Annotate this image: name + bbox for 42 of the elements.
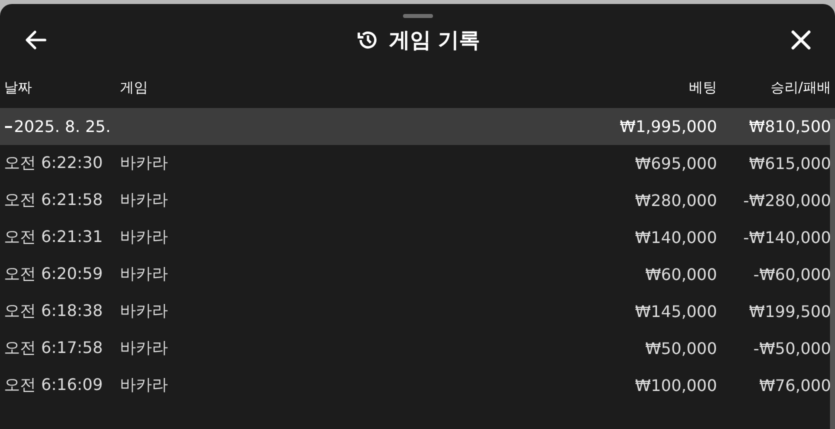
column-header: 승리/패배 — [769, 79, 831, 97]
bet-cell-text: ₩100,000 — [634, 376, 717, 395]
result-cell-text: ₩615,000 — [748, 154, 831, 173]
close-icon — [791, 30, 811, 50]
game-cell-text: 바카라 — [120, 153, 169, 174]
total-result: ₩810,500 — [748, 117, 831, 136]
history-icon — [356, 29, 379, 51]
bet-cell-text: ₩140,000 — [634, 228, 717, 247]
result-cell-text: -₩280,000 — [742, 191, 831, 210]
bet-cell-text: ₩280,000 — [634, 191, 717, 210]
result-cell-text: -₩140,000 — [742, 228, 831, 247]
bet-cell-text: ₩50,000 — [644, 339, 717, 358]
time-cell-text: 오전 6:22:30 — [4, 153, 104, 174]
drag-handle[interactable] — [402, 14, 432, 18]
bet-cell-text: ₩60,000 — [644, 265, 717, 284]
game-cell-text: 바카라 — [120, 227, 169, 248]
time-cell-text: 오전 6:21:31 — [4, 227, 104, 248]
group-date: 2025. 8. 25. — [14, 117, 111, 136]
time-cell-text: 오전 6:20:59 — [4, 264, 104, 285]
total-bet: ₩1,995,000 — [618, 117, 717, 136]
game-cell-text: 바카라 — [120, 375, 169, 396]
time-cell-text: 오전 6:16:09 — [4, 375, 104, 396]
date-group-row[interactable]: 2025. 8. 25. ₩1,995,000 ₩810,500 — [0, 108, 835, 145]
window-title: 게임 기록 — [388, 27, 480, 54]
back-arrow-icon — [25, 30, 47, 50]
result-cell-text: -₩60,000 — [752, 265, 831, 284]
bet-cell-text: ₩145,000 — [634, 302, 717, 321]
column-header: 베팅 — [688, 79, 717, 97]
scrollbar[interactable] — [830, 119, 835, 429]
time-cell-text: 오전 6:18:38 — [4, 301, 104, 322]
column-header: 날짜 — [4, 79, 33, 97]
result-cell-text: ₩199,500 — [748, 302, 831, 321]
result-cell-text: -₩50,000 — [752, 339, 831, 358]
game-cell-text: 바카라 — [120, 264, 169, 285]
column-header: 게임 — [120, 79, 149, 97]
game-cell-text: 바카라 — [120, 301, 169, 322]
bet-cell-text: ₩695,000 — [634, 154, 717, 173]
result-cell-text: ₩76,000 — [758, 376, 831, 395]
game-cell-text: 바카라 — [120, 338, 169, 359]
time-cell-text: 오전 6:17:58 — [4, 338, 104, 359]
game-cell-text: 바카라 — [120, 190, 169, 211]
time-cell-text: 오전 6:21:58 — [4, 190, 104, 211]
